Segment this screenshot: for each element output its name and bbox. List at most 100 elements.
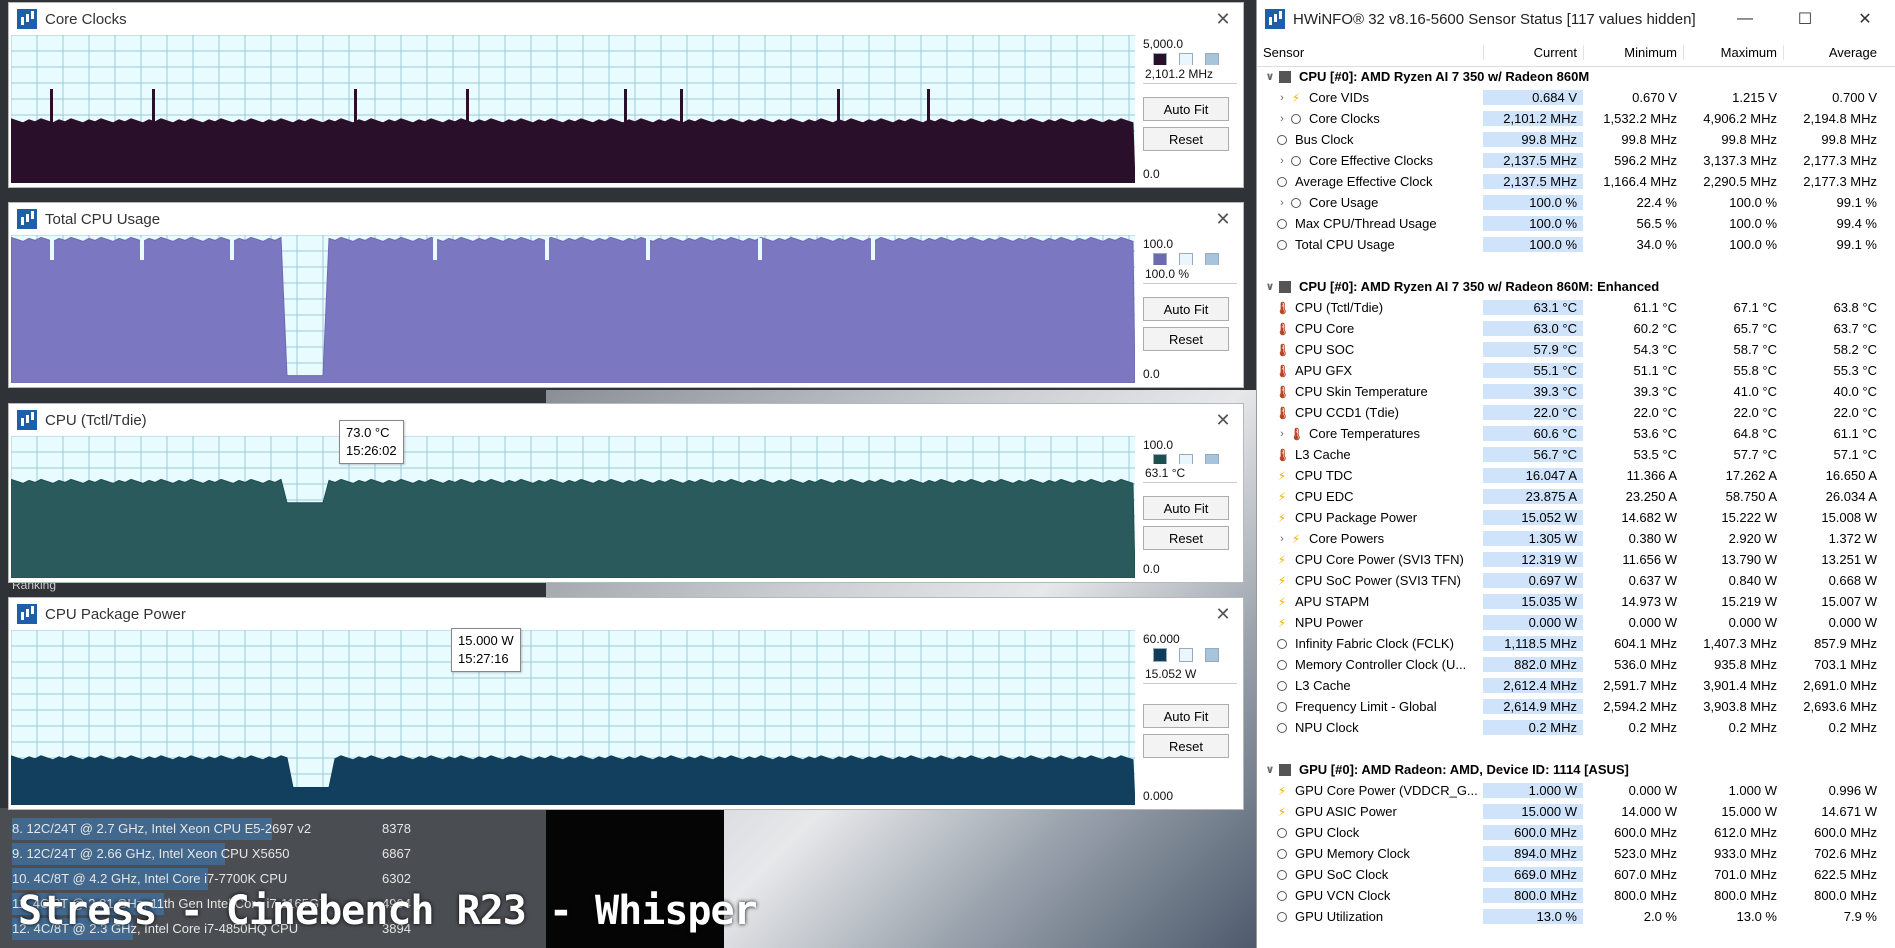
graph-spike: [624, 89, 627, 123]
graph-window-cpu-package-power[interactable]: CPU Package Power ✕ 60.000 15.052 W Auto Fit…: [8, 597, 1244, 810]
column-header-current[interactable]: Current: [1483, 44, 1583, 60]
sensor-minimum: 536.0 MHz: [1614, 657, 1677, 672]
graph-title-bar[interactable]: CPU Package Power ✕: [9, 598, 1243, 630]
sensor-row[interactable]: GPU SoC Clock 669.0 MHz 607.0 MHz 701.0 MHz…: [1257, 864, 1895, 885]
sensor-row[interactable]: › Core Clocks 2,101.2 MHz 1,532.2 MHz 4,906.…: [1257, 108, 1895, 129]
graph-title-bar[interactable]: Core Clocks ✕: [9, 3, 1243, 35]
sensor-maximum: 22.0 °C: [1733, 405, 1777, 420]
graph-title-bar[interactable]: Total CPU Usage ✕: [9, 203, 1243, 235]
sensor-row[interactable]: GPU Memory Clock 894.0 MHz 523.0 MHz 933.0 …: [1257, 843, 1895, 864]
chip-icon: [1279, 70, 1291, 83]
sensor-row[interactable]: › ⚡ Core Powers 1.305 W 0.380 W 2.920 W 1.372 …: [1257, 528, 1895, 549]
reset-button[interactable]: Reset: [1143, 734, 1229, 758]
sensor-row[interactable]: › Core Effective Clocks 2,137.5 MHz 596.2 M…: [1257, 150, 1895, 171]
expand-chevron-icon[interactable]: ›: [1275, 155, 1289, 167]
sensor-group-header[interactable]: ∨ CPU [#0]: AMD Ryzen AI 7 350 w/ Radeon …: [1257, 276, 1895, 297]
expand-chevron-icon[interactable]: ›: [1275, 113, 1289, 125]
sensor-row[interactable]: 🌡 L3 Cache 56.7 °C 53.5 °C 57.7 °C 57.1 °C: [1257, 444, 1895, 465]
sensor-row[interactable]: GPU VCN Clock 800.0 MHz 800.0 MHz 800.0 MHz…: [1257, 885, 1895, 906]
reset-button[interactable]: Reset: [1143, 327, 1229, 351]
collapse-chevron-icon[interactable]: ∨: [1263, 280, 1277, 293]
sensor-label: CPU (Tctl/Tdie): [1295, 300, 1384, 315]
sensor-row[interactable]: ⚡ NPU Power 0.000 W 0.000 W 0.000 W 0.000 W: [1257, 612, 1895, 633]
sensor-row[interactable]: Memory Controller Clock (U... 882.0 MHz 53…: [1257, 654, 1895, 675]
sensor-row[interactable]: ⚡ APU STAPM 15.035 W 14.973 W 15.219 W 15.007…: [1257, 591, 1895, 612]
hwinfo-sensor-window[interactable]: HWiNFO® 32 v8.16-5600 Sensor Status [117…: [1256, 0, 1895, 948]
sensor-row[interactable]: ⚡ GPU Core Power (VDDCR_G... 1.000 W 0.000 …: [1257, 780, 1895, 801]
graph-title-bar[interactable]: CPU (Tctl/Tdie) ✕: [9, 404, 1243, 436]
sensor-row[interactable]: Total CPU Usage 100.0 % 34.0 % 100.0 % 99.1 …: [1257, 234, 1895, 255]
graph-window-cpu-tctl-tdie[interactable]: CPU (Tctl/Tdie) ✕ 100.0 63.1 °C Auto Fit Rese…: [8, 403, 1244, 583]
sensor-maximum: 3,903.8 MHz: [1703, 699, 1777, 714]
auto-fit-button[interactable]: Auto Fit: [1143, 297, 1229, 321]
column-header-sensor[interactable]: Sensor: [1257, 45, 1483, 60]
sensor-current: 2,137.5 MHz: [1483, 153, 1583, 168]
column-header-minimum[interactable]: Minimum: [1583, 44, 1683, 60]
minimize-icon[interactable]: —: [1715, 10, 1775, 28]
sensor-row[interactable]: Average Effective Clock 2,137.5 MHz 1,166.…: [1257, 171, 1895, 192]
sensor-current: 0.2 MHz: [1483, 720, 1583, 735]
sensor-row[interactable]: ⚡ CPU EDC 23.875 A 23.250 A 58.750 A 26.034 A: [1257, 486, 1895, 507]
expand-chevron-icon[interactable]: ›: [1275, 533, 1289, 545]
sensor-row[interactable]: 🌡 CPU CCD1 (Tdie) 22.0 °C 22.0 °C 22.0 °C 22.…: [1257, 402, 1895, 423]
graph-tooltip: 73.0 °C 15:26:02: [339, 420, 404, 464]
sensor-label: NPU Power: [1295, 615, 1363, 630]
sensor-row[interactable]: › ⚡ Core VIDs 0.684 V 0.670 V 1.215 V 0.700 V: [1257, 87, 1895, 108]
sensor-row[interactable]: ⚡ CPU Package Power 15.052 W 14.682 W 15.222…: [1257, 507, 1895, 528]
sensor-row[interactable]: Max CPU/Thread Usage 100.0 % 56.5 % 100.0 %…: [1257, 213, 1895, 234]
sensor-row[interactable]: Bus Clock 99.8 MHz 99.8 MHz 99.8 MHz 99.8 MH…: [1257, 129, 1895, 150]
sensor-group-header[interactable]: ∨ GPU [#0]: AMD Radeon: AMD, Device ID: 1…: [1257, 759, 1895, 780]
sensor-row[interactable]: Infinity Fabric Clock (FCLK) 1,118.5 MHz 6…: [1257, 633, 1895, 654]
reset-button[interactable]: Reset: [1143, 127, 1229, 151]
column-header-maximum[interactable]: Maximum: [1683, 44, 1783, 60]
clock-icon: [1277, 890, 1287, 901]
expand-chevron-icon[interactable]: ›: [1275, 92, 1289, 104]
close-icon[interactable]: ✕: [1203, 410, 1243, 431]
graph-window-total-cpu-usage[interactable]: Total CPU Usage ✕ 100.0 100.0 % Auto Fit Rese…: [8, 202, 1244, 388]
column-header-average[interactable]: Average: [1783, 44, 1883, 60]
sensor-row[interactable]: ⚡ CPU SoC Power (SVI3 TFN) 0.697 W 0.637 W 0…: [1257, 570, 1895, 591]
sensor-row[interactable]: 🌡 CPU Skin Temperature 39.3 °C 39.3 °C 41.0 …: [1257, 381, 1895, 402]
sensor-row[interactable]: ⚡ CPU TDC 16.047 A 11.366 A 17.262 A 16.650 A: [1257, 465, 1895, 486]
close-icon[interactable]: ✕: [1203, 604, 1243, 625]
graph-plot-area[interactable]: [11, 436, 1135, 578]
sensor-group-header[interactable]: ∨ CPU [#0]: AMD Ryzen AI 7 350 w/ Radeon …: [1257, 66, 1895, 87]
background-color-swatch[interactable]: [1179, 648, 1193, 662]
grid-color-swatch[interactable]: [1205, 648, 1219, 662]
sensor-row[interactable]: 🌡 APU GFX 55.1 °C 51.1 °C 55.8 °C 55.3 °C: [1257, 360, 1895, 381]
auto-fit-button[interactable]: Auto Fit: [1143, 496, 1229, 520]
sensor-maximum: 15.000 W: [1721, 804, 1777, 819]
sensor-row[interactable]: NPU Clock 0.2 MHz 0.2 MHz 0.2 MHz 0.2 MHz: [1257, 717, 1895, 738]
sensor-row[interactable]: L3 Cache 2,612.4 MHz 2,591.7 MHz 3,901.4 MH…: [1257, 675, 1895, 696]
graph-series-area: [11, 236, 1135, 383]
auto-fit-button[interactable]: Auto Fit: [1143, 97, 1229, 121]
reset-button[interactable]: Reset: [1143, 526, 1229, 550]
graph-plot-area[interactable]: [11, 235, 1135, 383]
graph-plot-area[interactable]: [11, 630, 1135, 805]
close-icon[interactable]: ✕: [1203, 9, 1243, 30]
collapse-chevron-icon[interactable]: ∨: [1263, 763, 1277, 776]
sensor-row[interactable]: 🌡 CPU (Tctl/Tdie) 63.1 °C 61.1 °C 67.1 °C 63.…: [1257, 297, 1895, 318]
sensor-group-title: CPU [#0]: AMD Ryzen AI 7 350 w/ Radeon 8…: [1299, 69, 1590, 84]
sensor-row[interactable]: GPU Utilization 13.0 % 2.0 % 13.0 % 7.9 %: [1257, 906, 1895, 927]
expand-chevron-icon[interactable]: ›: [1275, 197, 1289, 209]
sensor-row[interactable]: 🌡 CPU SOC 57.9 °C 54.3 °C 58.7 °C 58.2 °C: [1257, 339, 1895, 360]
close-icon[interactable]: ✕: [1835, 9, 1895, 29]
expand-chevron-icon[interactable]: ›: [1275, 428, 1289, 440]
graph-window-core-clocks[interactable]: Core Clocks ✕ 5,000.0 2,101.2 MHz Auto Fit Re…: [8, 2, 1244, 188]
collapse-chevron-icon[interactable]: ∨: [1263, 70, 1277, 83]
hwinfo-title-bar[interactable]: HWiNFO® 32 v8.16-5600 Sensor Status [117…: [1257, 0, 1895, 38]
graph-plot-area[interactable]: [11, 35, 1135, 183]
sensor-maximum: 57.7 °C: [1733, 447, 1777, 462]
close-icon[interactable]: ✕: [1203, 209, 1243, 230]
sensor-row[interactable]: ⚡ GPU ASIC Power 15.000 W 14.000 W 15.000 W 1…: [1257, 801, 1895, 822]
sensor-row[interactable]: GPU Clock 600.0 MHz 600.0 MHz 612.0 MHz 600.…: [1257, 822, 1895, 843]
maximize-icon[interactable]: ☐: [1775, 9, 1835, 29]
sensor-row[interactable]: ⚡ CPU Core Power (SVI3 TFN) 12.319 W 11.656…: [1257, 549, 1895, 570]
sensor-row[interactable]: 🌡 CPU Core 63.0 °C 60.2 °C 65.7 °C 63.7 °C: [1257, 318, 1895, 339]
sensor-row[interactable]: Frequency Limit - Global 2,614.9 MHz 2,594…: [1257, 696, 1895, 717]
sensor-row[interactable]: › Core Usage 100.0 % 22.4 % 100.0 % 99.1 %: [1257, 192, 1895, 213]
auto-fit-button[interactable]: Auto Fit: [1143, 704, 1229, 728]
sensor-row[interactable]: › 🌡 Core Temperatures 60.6 °C 53.6 °C 64.8 °C…: [1257, 423, 1895, 444]
series-color-swatch[interactable]: [1153, 648, 1167, 662]
